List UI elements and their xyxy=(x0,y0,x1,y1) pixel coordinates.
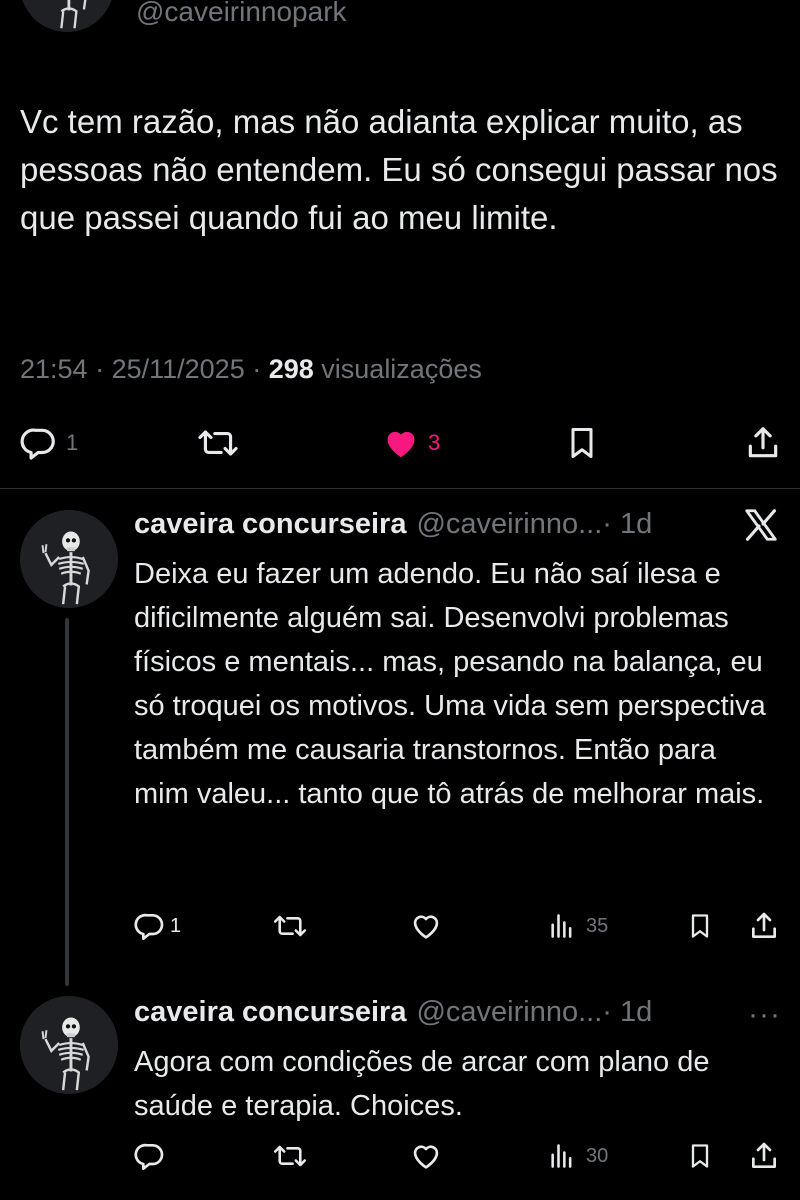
reply-header: caveira concurseira @caveirinno... · 1d xyxy=(134,508,652,541)
retweet-icon xyxy=(198,430,238,456)
reply-button[interactable] xyxy=(134,1140,166,1172)
retweet-icon xyxy=(273,915,307,937)
more-icon[interactable]: ··· xyxy=(748,1000,781,1030)
views-label: visualizações xyxy=(313,354,482,384)
reply-icon xyxy=(20,428,55,460)
reply-count: 1 xyxy=(170,914,182,937)
like-count: 3 xyxy=(428,430,441,455)
share-button[interactable] xyxy=(748,1140,780,1172)
views-count: 298 xyxy=(268,354,314,384)
x-logo-icon xyxy=(745,509,777,541)
reply-count: 1 xyxy=(66,430,79,455)
reply-button[interactable]: 1 xyxy=(134,910,181,942)
retweet-icon xyxy=(273,1145,307,1167)
tweet-date[interactable]: 25/11/2025 xyxy=(112,354,245,384)
reply-time[interactable]: · 1d xyxy=(602,996,652,1029)
like-button[interactable]: 3 xyxy=(382,424,440,462)
reply-action-bar: 30 xyxy=(0,1140,800,1180)
reply-icon xyxy=(134,913,164,940)
reply-button[interactable]: 1 xyxy=(20,424,78,462)
share-icon xyxy=(752,1142,776,1168)
tweet-time[interactable]: 21:54 xyxy=(20,354,88,384)
retweet-button[interactable] xyxy=(272,910,308,942)
heart-icon xyxy=(413,1145,439,1169)
divider xyxy=(0,488,800,489)
reply-icon xyxy=(134,1143,164,1170)
meta-separator: · xyxy=(87,354,112,384)
views-count: 30 xyxy=(586,1144,609,1167)
meta-separator: · xyxy=(244,354,269,384)
share-icon xyxy=(752,912,776,938)
bookmark-icon xyxy=(691,914,709,938)
reply-author-name[interactable]: caveira concurseira xyxy=(134,508,406,541)
reply-header: caveira concurseira @caveirinno... · 1d xyxy=(134,996,652,1029)
reply-text: Deixa eu fazer um adendo. Eu não saí ile… xyxy=(134,558,766,810)
tweet-meta: 21:54 · 25/11/2025 · 298 visualizações xyxy=(20,354,482,385)
reply-avatar[interactable] xyxy=(20,996,118,1094)
bookmark-icon xyxy=(571,428,593,458)
bookmark-button[interactable] xyxy=(686,1140,714,1172)
reply-avatar[interactable] xyxy=(20,510,118,608)
reply-author-handle[interactable]: @caveirinno... xyxy=(416,508,602,541)
reply-text: Agora com condições de arcar com plano d… xyxy=(134,1046,710,1122)
views-button[interactable]: 30 xyxy=(548,1140,608,1172)
like-button[interactable] xyxy=(410,910,442,942)
reply-author-name[interactable]: caveira concurseira xyxy=(134,996,406,1029)
tweet-action-bar: 1 3 xyxy=(0,424,800,464)
bookmark-button[interactable] xyxy=(686,910,714,942)
share-button[interactable] xyxy=(744,424,782,462)
author-handle[interactable]: @caveirinnopark xyxy=(136,0,347,28)
retweet-button[interactable] xyxy=(272,1140,308,1172)
reply-action-bar: 1 35 xyxy=(0,910,800,950)
views-count: 35 xyxy=(586,914,609,937)
retweet-button[interactable] xyxy=(196,424,240,462)
like-button[interactable] xyxy=(410,1140,442,1172)
views-icon xyxy=(551,914,572,938)
bookmark-button[interactable] xyxy=(564,424,600,462)
bookmark-icon xyxy=(691,1144,709,1168)
tweet-text: Vc tem razão, mas não adianta explicar m… xyxy=(20,103,778,236)
reply-author-handle[interactable]: @caveirinno... xyxy=(416,996,602,1029)
reply-time[interactable]: · 1d xyxy=(602,508,652,541)
heart-icon xyxy=(387,431,415,458)
share-button[interactable] xyxy=(748,910,780,942)
share-icon xyxy=(748,427,778,458)
views-icon xyxy=(551,1144,572,1168)
views-button[interactable]: 35 xyxy=(548,910,608,942)
author-avatar[interactable] xyxy=(20,0,114,32)
heart-icon xyxy=(413,915,439,939)
